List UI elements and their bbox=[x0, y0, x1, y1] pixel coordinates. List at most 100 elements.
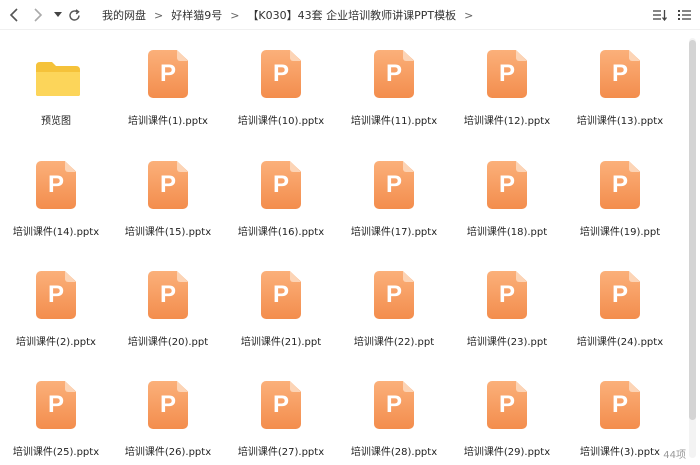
file-item[interactable]: P 培训课件(15).pptx bbox=[112, 143, 224, 243]
caret-down-icon bbox=[54, 12, 62, 17]
file-item[interactable]: P 培训课件(24).pptx bbox=[564, 253, 676, 353]
file-item[interactable]: P 培训课件(1).pptx bbox=[112, 32, 224, 132]
breadcrumb-item[interactable]: 好样猫9号 bbox=[167, 7, 226, 23]
ppt-icon-letter: P bbox=[385, 391, 402, 418]
file-name: 培训课件(15).pptx bbox=[124, 227, 212, 238]
file-item[interactable]: P 培训课件(13).pptx bbox=[564, 32, 676, 132]
ppt-file-icon: P bbox=[34, 161, 78, 211]
folder-icon bbox=[36, 62, 80, 96]
sort-icon bbox=[653, 10, 667, 21]
file-name: 培训课件(27).pptx bbox=[237, 447, 325, 458]
ppt-icon-letter: P bbox=[611, 171, 628, 198]
folder-item[interactable]: 预览图 bbox=[0, 32, 112, 132]
chevron-right-icon bbox=[34, 8, 43, 22]
ppt-file-icon: P bbox=[259, 50, 303, 100]
file-name: 培训课件(11).pptx bbox=[350, 116, 438, 127]
file-item[interactable]: P 培训课件(18).ppt bbox=[451, 143, 563, 243]
chevron-left-icon bbox=[9, 8, 18, 22]
ppt-file-icon: P bbox=[146, 381, 190, 431]
view-mode-button[interactable] bbox=[676, 7, 692, 23]
ppt-file-icon: P bbox=[372, 50, 416, 100]
file-name: 培训课件(22).ppt bbox=[353, 337, 435, 348]
ppt-icon-letter: P bbox=[159, 60, 176, 87]
ppt-icon-letter: P bbox=[498, 171, 515, 198]
scrollbar-thumb[interactable] bbox=[689, 40, 696, 420]
file-name: 培训课件(28).pptx bbox=[350, 447, 438, 458]
forward-button[interactable] bbox=[30, 6, 46, 24]
ppt-file-icon: P bbox=[485, 381, 529, 431]
breadcrumb-item[interactable]: 【K030】43套 企业培训教师讲课PPT模板 bbox=[243, 7, 460, 23]
ppt-icon-letter: P bbox=[611, 60, 628, 87]
ppt-icon-letter: P bbox=[159, 171, 176, 198]
file-item[interactable]: P 培训课件(27).pptx bbox=[225, 363, 337, 462]
toolbar: 我的网盘 > 好样猫9号 > 【K030】43套 企业培训教师讲课PPT模板 > bbox=[0, 0, 700, 30]
ppt-icon-letter: P bbox=[47, 391, 64, 418]
list-view-icon bbox=[677, 10, 691, 20]
breadcrumb: 我的网盘 > 好样猫9号 > 【K030】43套 企业培训教师讲课PPT模板 > bbox=[98, 0, 477, 30]
file-item[interactable]: P 培训课件(17).pptx bbox=[338, 143, 450, 243]
file-name: 培训课件(13).pptx bbox=[576, 116, 664, 127]
file-item[interactable]: P 培训课件(11).pptx bbox=[338, 32, 450, 132]
file-item[interactable]: P 培训课件(12).pptx bbox=[451, 32, 563, 132]
ppt-file-icon: P bbox=[485, 161, 529, 211]
file-name: 培训课件(20).ppt bbox=[127, 337, 209, 348]
file-name: 培训课件(2).pptx bbox=[16, 337, 96, 348]
file-name: 培训课件(12).pptx bbox=[463, 116, 551, 127]
file-name: 培训课件(3).pptx bbox=[580, 447, 660, 458]
file-item[interactable]: P 培训课件(3).pptx bbox=[564, 363, 676, 462]
file-item[interactable]: P 培训课件(19).ppt bbox=[564, 143, 676, 243]
file-item[interactable]: P 培训课件(20).ppt bbox=[112, 253, 224, 353]
refresh-icon bbox=[68, 8, 80, 21]
file-item[interactable]: P 培训课件(22).ppt bbox=[338, 253, 450, 353]
ppt-icon-letter: P bbox=[47, 171, 64, 198]
ppt-file-icon: P bbox=[34, 381, 78, 431]
file-item[interactable]: P 培训课件(10).pptx bbox=[225, 32, 337, 132]
file-item[interactable]: P 培训课件(2).pptx bbox=[0, 253, 112, 353]
file-name: 培训课件(16).pptx bbox=[237, 227, 325, 238]
file-grid: 预览图 P 培训课件(1).pptx P 培训课件(10).pptx P 培训课件(11).… bbox=[0, 32, 686, 462]
ppt-file-icon: P bbox=[146, 161, 190, 211]
ppt-file-icon: P bbox=[598, 50, 642, 100]
breadcrumb-separator: > bbox=[464, 8, 474, 22]
file-name: 培训课件(17).pptx bbox=[350, 227, 438, 238]
ppt-icon-letter: P bbox=[272, 281, 289, 308]
ppt-icon-letter: P bbox=[159, 281, 176, 308]
ppt-icon-letter: P bbox=[385, 281, 402, 308]
file-name: 培训课件(25).pptx bbox=[12, 447, 100, 458]
folder-icon bbox=[30, 50, 80, 100]
file-name: 培训课件(14).pptx bbox=[12, 227, 100, 238]
ppt-file-icon: P bbox=[146, 271, 190, 321]
file-item[interactable]: P 培训课件(16).pptx bbox=[225, 143, 337, 243]
file-name: 培训课件(21).ppt bbox=[240, 337, 322, 348]
ppt-icon-letter: P bbox=[159, 391, 176, 418]
file-name: 培训课件(29).pptx bbox=[463, 447, 551, 458]
file-item[interactable]: P 培训课件(14).pptx bbox=[0, 143, 112, 243]
breadcrumb-separator: > bbox=[154, 8, 164, 22]
ppt-file-icon: P bbox=[259, 271, 303, 321]
item-count: 44项 bbox=[663, 450, 686, 461]
ppt-file-icon: P bbox=[598, 381, 642, 431]
file-item[interactable]: P 培训课件(21).ppt bbox=[225, 253, 337, 353]
file-name: 培训课件(1).pptx bbox=[128, 116, 208, 127]
file-item[interactable]: P 培训课件(28).pptx bbox=[338, 363, 450, 462]
file-item[interactable]: P 培训课件(25).pptx bbox=[0, 363, 112, 462]
ppt-icon-letter: P bbox=[272, 391, 289, 418]
file-name: 培训课件(26).pptx bbox=[124, 447, 212, 458]
file-item[interactable]: P 培训课件(23).ppt bbox=[451, 253, 563, 353]
file-name: 培训课件(24).pptx bbox=[576, 337, 664, 348]
history-dropdown[interactable] bbox=[50, 6, 66, 24]
back-button[interactable] bbox=[6, 6, 22, 24]
ppt-icon-letter: P bbox=[272, 60, 289, 87]
file-item[interactable]: P 培训课件(26).pptx bbox=[112, 363, 224, 462]
breadcrumb-item[interactable]: 我的网盘 bbox=[98, 7, 150, 23]
file-item[interactable]: P 培训课件(29).pptx bbox=[451, 363, 563, 462]
sort-button[interactable] bbox=[652, 7, 668, 23]
ppt-file-icon: P bbox=[259, 381, 303, 431]
ppt-icon-letter: P bbox=[498, 281, 515, 308]
ppt-file-icon: P bbox=[598, 271, 642, 321]
file-name: 培训课件(10).pptx bbox=[237, 116, 325, 127]
refresh-button[interactable] bbox=[66, 6, 82, 24]
ppt-icon-letter: P bbox=[272, 171, 289, 198]
ppt-icon-letter: P bbox=[498, 391, 515, 418]
ppt-icon-letter: P bbox=[385, 171, 402, 198]
